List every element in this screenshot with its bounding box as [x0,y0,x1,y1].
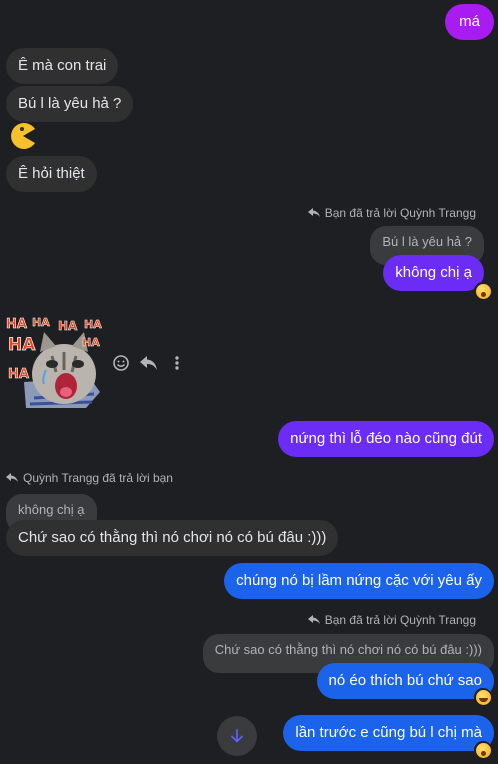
reaction-wow-icon[interactable] [474,282,492,300]
svg-text:HA: HA [32,316,50,329]
reply-arrow-icon [307,615,320,624]
sticker-laughing-cat[interactable]: HA HA HA HA HA HA HA [4,312,106,412]
more-options-icon[interactable] [170,354,184,372]
message-outgoing[interactable]: lần trước e cũng bú l chị mà [283,715,494,751]
reply-note: Quỳnh Trangg đã trả lời bạn [6,471,173,485]
reply-note: Bạn đã trả lời Quỳnh Trangg [307,613,476,627]
message-text: chúng nó bị lầm nứng cặc với yêu ấy [236,572,482,589]
message-text: Ê hỏi thiệt [18,165,85,182]
message-incoming[interactable]: Chứ sao có thằng thì nó chơi nó có bú đâ… [6,520,339,556]
chat-thread: má Ê mà con trai Bú l là yêu hả ? Ê hỏi … [0,0,498,764]
reply-arrow-icon [307,208,320,217]
svg-text:HA: HA [82,336,100,349]
svg-text:HA: HA [8,335,36,355]
message-text: không chị ạ [395,264,472,281]
message-text: má [459,13,480,30]
svg-text:HA: HA [8,367,29,382]
reply-note-text: Quỳnh Trangg đã trả lời bạn [23,471,173,485]
reply-icon[interactable] [140,354,158,372]
svg-text:HA: HA [84,318,102,331]
message-text: nó éo thích bú chứ sao [328,672,482,689]
svg-text:HA: HA [6,317,27,332]
message-incoming[interactable]: Bú l là yêu hả ? [6,86,134,122]
scroll-down-button[interactable] [217,716,257,756]
message-incoming[interactable]: Ê mà con trai [6,48,119,84]
message-text: lần trước e cũng bú l chị mà [295,724,482,741]
reply-note-text: Bạn đã trả lời Quỳnh Trangg [324,206,476,220]
message-outgoing[interactable]: chúng nó bị lầm nứng cặc với yêu ấy [224,563,494,599]
message-outgoing[interactable]: nó éo thích bú chứ sao [316,663,494,699]
emoji-react-icon[interactable] [112,354,130,372]
pacman-emoji-icon[interactable] [8,121,38,151]
message-outgoing[interactable]: nứng thì lỗ đéo nào cũng đút [278,421,494,457]
quoted-text: Chứ sao có thằng thì nó chơi nó có bú đâ… [214,642,482,657]
reaction-laugh-icon[interactable] [474,688,492,706]
message-text: Chứ sao có thằng thì nó chơi nó có bú đâ… [18,529,327,546]
quoted-text: không chị ạ [18,502,85,517]
quoted-text: Bú l là yêu hả ? [382,234,472,249]
message-outgoing[interactable]: không chị ạ [383,255,484,291]
reaction-wow-icon[interactable] [474,741,492,759]
svg-text:HA: HA [58,319,78,333]
reply-note-text: Bạn đã trả lời Quỳnh Trangg [324,613,476,627]
message-outgoing[interactable]: má [445,4,494,40]
message-text: Bú l là yêu hả ? [18,95,122,112]
reply-arrow-icon [6,473,18,482]
scroll-down-arrow-icon [231,729,243,743]
reply-note: Bạn đã trả lời Quỳnh Trangg [307,206,476,220]
message-text: nứng thì lỗ đéo nào cũng đút [290,430,482,447]
message-text: Ê mà con trai [18,57,107,74]
message-incoming[interactable]: Ê hỏi thiệt [6,156,97,192]
